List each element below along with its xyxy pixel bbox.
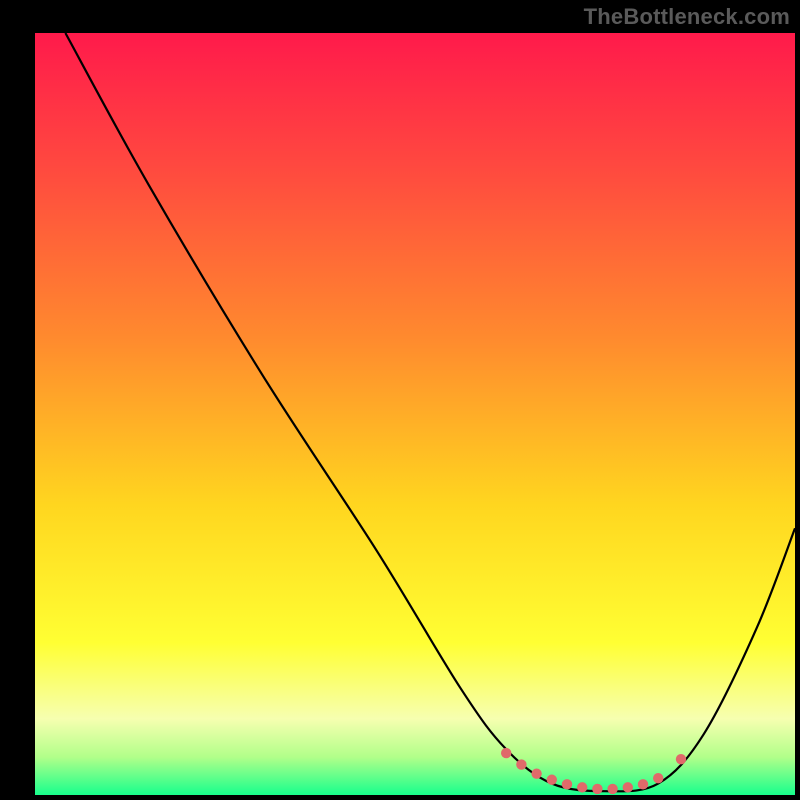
bottleneck-chart [0,0,800,800]
valley-marker [676,754,686,764]
valley-marker [531,768,541,778]
valley-marker [653,773,663,783]
valley-marker [501,748,511,758]
plot-background [35,33,795,795]
valley-marker [623,782,633,792]
chart-container: TheBottleneck.com [0,0,800,800]
valley-marker [577,782,587,792]
valley-marker [547,775,557,785]
watermark-text: TheBottleneck.com [584,4,790,30]
valley-marker [638,779,648,789]
valley-marker [516,759,526,769]
valley-marker [562,779,572,789]
valley-marker [592,784,602,794]
valley-marker [607,784,617,794]
